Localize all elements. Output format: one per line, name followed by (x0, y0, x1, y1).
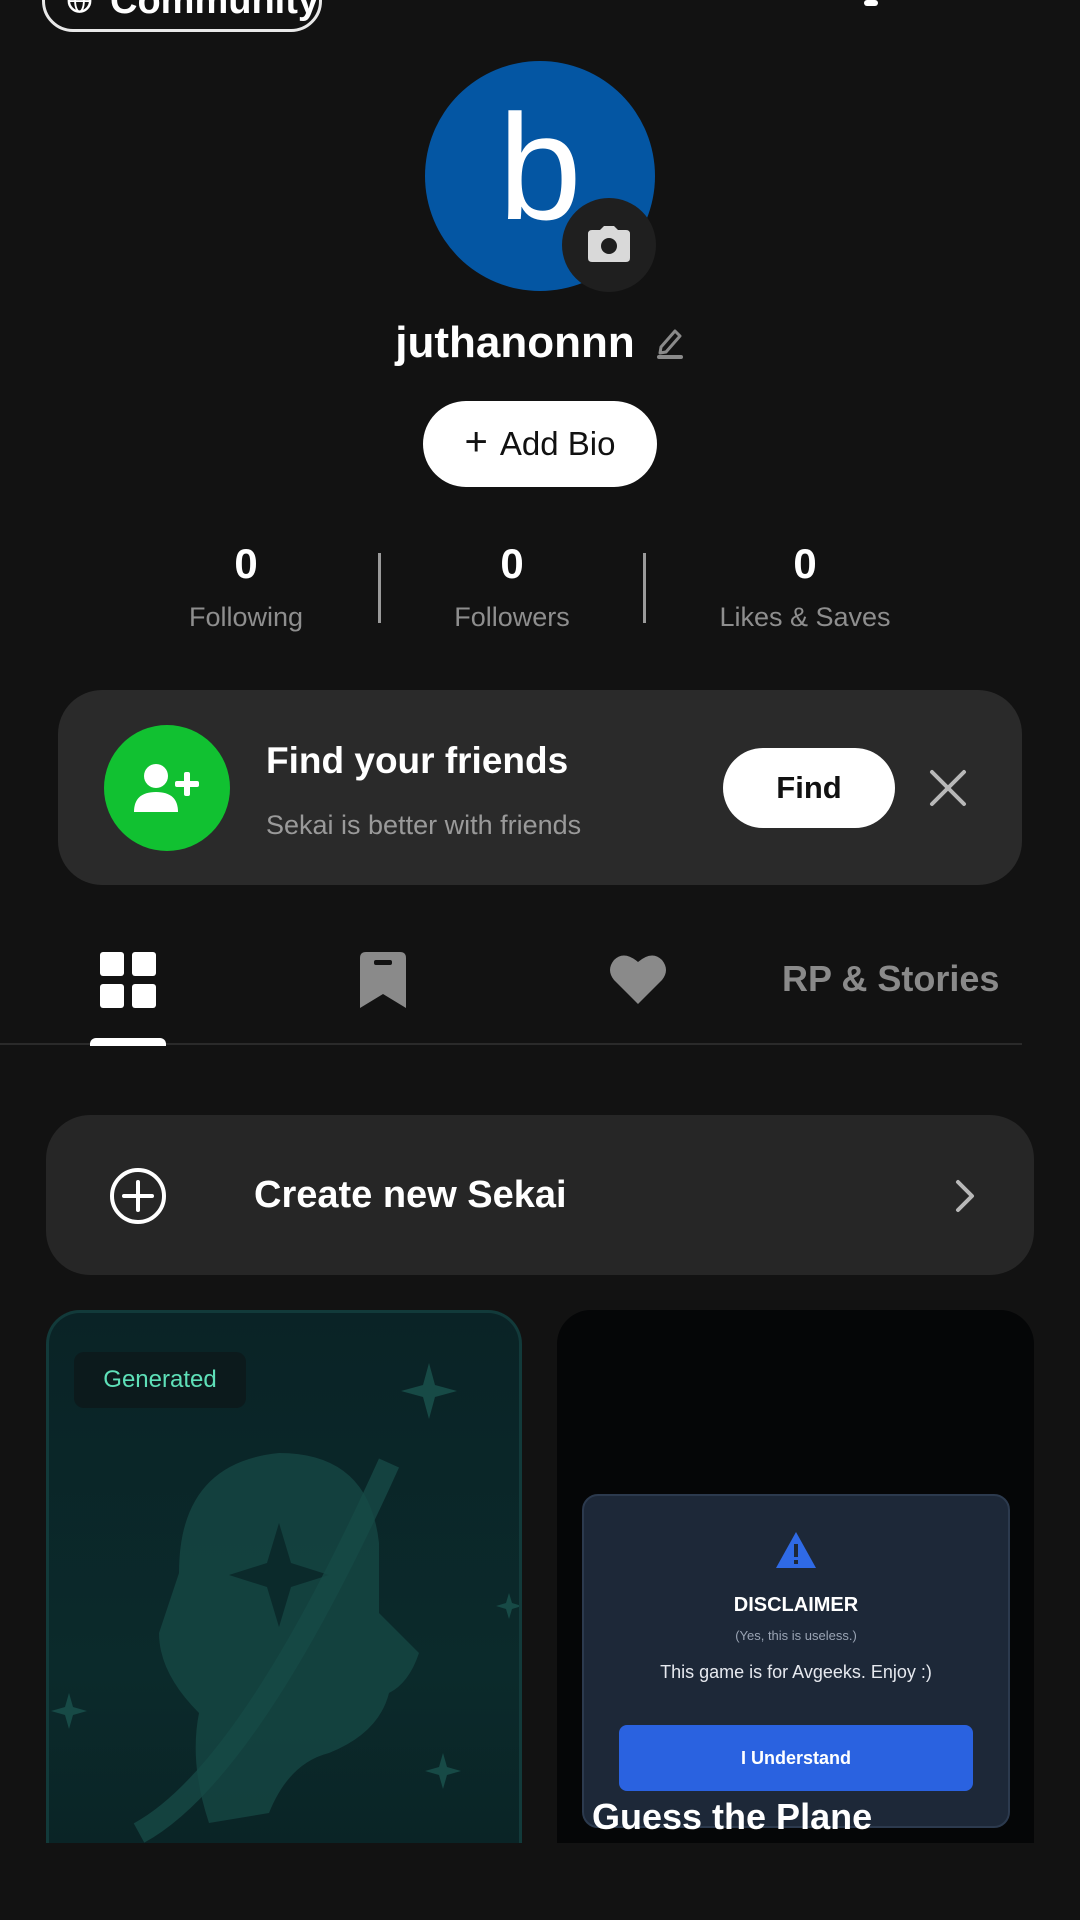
plus-icon: + (464, 420, 488, 464)
stat-divider (378, 553, 381, 623)
i-understand-button: I Understand (619, 1725, 973, 1791)
close-icon[interactable] (928, 768, 968, 808)
settings-icon[interactable] (976, 0, 1036, 22)
find-friends-subtitle: Sekai is better with friends (266, 810, 582, 840)
stat-label: Following (188, 602, 304, 632)
stat-label: Likes & Saves (719, 602, 891, 632)
stat-followers[interactable]: 0 Followers (432, 540, 592, 633)
card-title: Guess the Plane (592, 1796, 873, 1837)
stat-value: 0 (234, 540, 258, 587)
active-tab-indicator (90, 1038, 166, 1046)
add-bio-label: Add Bio (499, 425, 616, 462)
grid-icon[interactable] (98, 950, 158, 1010)
community-label: Community (110, 0, 319, 22)
disclaimer-text: This game is for Avgeeks. Enjoy :) (660, 1662, 932, 1682)
tab-rp-stories[interactable]: RP & Stories (782, 958, 999, 1000)
disclaimer-subtitle: (Yes, this is useless.) (735, 1628, 857, 1643)
add-friend-icon (104, 725, 230, 851)
plus-circle-icon (110, 1168, 166, 1224)
bookmark-icon[interactable] (356, 950, 410, 1010)
add-bio-button[interactable]: + Add Bio (423, 401, 657, 487)
community-button[interactable]: Community (42, 0, 322, 32)
stat-following[interactable]: 0 Following (166, 540, 326, 633)
find-button[interactable]: Find (723, 748, 895, 828)
stat-divider (643, 553, 646, 623)
bell-icon[interactable] (846, 0, 896, 22)
create-new-sekai-label: Create new Sekai (254, 1174, 567, 1216)
warning-icon (776, 1532, 816, 1568)
stat-value: 0 (793, 540, 817, 587)
username: juthanonnn (395, 318, 635, 367)
edit-icon[interactable] (655, 327, 685, 359)
generated-badge: Generated (74, 1352, 246, 1408)
stat-likes-saves[interactable]: 0 Likes & Saves (700, 540, 910, 633)
chevron-right-icon (956, 1180, 974, 1212)
stat-label: Followers (454, 602, 570, 632)
globe-icon (67, 0, 92, 13)
camera-icon (588, 226, 630, 262)
username-row: juthanonnn (0, 318, 1080, 368)
disclaimer-title: DISCLAIMER (733, 1594, 859, 1616)
stat-value: 0 (500, 540, 524, 587)
find-friends-title: Find your friends (266, 740, 569, 781)
bottom-strip (0, 1843, 1080, 1920)
heart-icon[interactable] (608, 950, 668, 1006)
change-photo-button[interactable] (562, 198, 656, 292)
